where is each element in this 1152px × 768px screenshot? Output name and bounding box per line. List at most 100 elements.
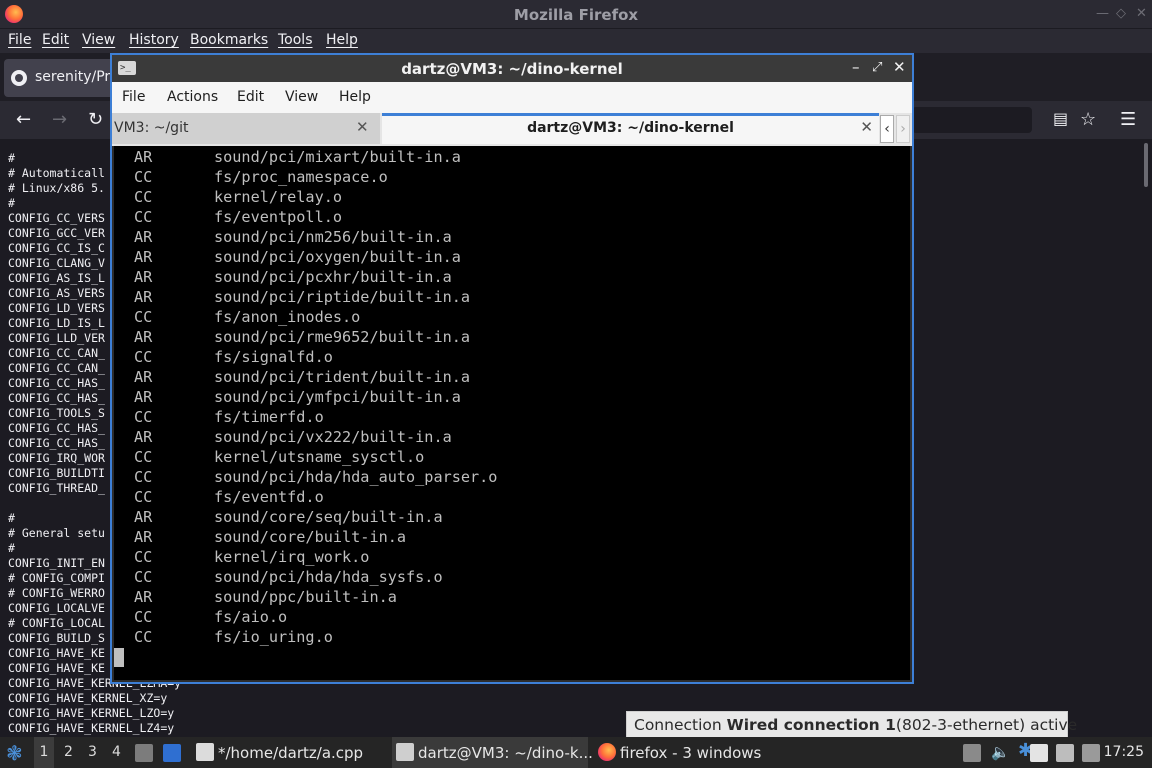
- term-menu-actions[interactable]: Actions: [167, 89, 218, 105]
- build-step-type: CC: [134, 168, 153, 186]
- build-step-type: AR: [134, 268, 153, 286]
- build-step-path: sound/pci/hda/hda_sysfs.o: [214, 568, 443, 586]
- task-firefox-label: firefox - 3 windows: [620, 744, 762, 762]
- term-menu-file[interactable]: File: [122, 89, 145, 105]
- page-scrollbar[interactable]: [1144, 143, 1148, 187]
- show-desktop-icon[interactable]: [163, 744, 185, 763]
- terminal-line: CC fs/signalfd.o: [134, 347, 497, 367]
- task-terminal-label: dartz@VM3: ~/dino-k...: [418, 744, 593, 762]
- tab-git-label: VM3: ~/git: [114, 120, 189, 136]
- network-tray-icon[interactable]: [963, 744, 985, 763]
- menu-history[interactable]: History: [129, 32, 179, 48]
- forward-icon[interactable]: →: [52, 109, 67, 130]
- notifications-icon[interactable]: [1082, 744, 1104, 763]
- task-firefox[interactable]: firefox - 3 windows: [594, 737, 794, 768]
- build-step-path: sound/pci/pcxhr/built-in.a: [214, 268, 452, 286]
- start-menu-icon[interactable]: ❃: [6, 741, 23, 765]
- terminal-close-icon[interactable]: ✕: [893, 58, 906, 76]
- build-step-type: AR: [134, 508, 153, 526]
- tab-git[interactable]: VM3: ~/git ✕: [112, 113, 380, 144]
- terminal-minimize-icon[interactable]: –: [852, 58, 860, 76]
- terminal-line: AR sound/core/seq/built-in.a: [134, 507, 497, 527]
- term-menu-edit[interactable]: Edit: [237, 89, 264, 105]
- config-line: CONFIG_HAVE_KERNEL_LZ4=y: [8, 721, 175, 735]
- notification-prefix: Connection: [634, 716, 727, 734]
- build-step-type: CC: [134, 568, 153, 586]
- build-step-path: sound/pci/ymfpci/built-in.a: [214, 388, 461, 406]
- build-step-path: kernel/utsname_sysctl.o: [214, 448, 425, 466]
- tab-scroll-right-icon[interactable]: ›: [896, 115, 910, 143]
- workspace-1[interactable]: 1: [34, 737, 54, 768]
- github-icon: [11, 70, 27, 86]
- menu-edit[interactable]: Edit: [42, 32, 69, 48]
- build-step-path: fs/eventpoll.o: [214, 208, 343, 226]
- menu-file[interactable]: File: [8, 32, 31, 48]
- terminal-line: AR sound/pci/ymfpci/built-in.a: [134, 387, 497, 407]
- firefox-menubar: File Edit View History Bookmarks Tools H…: [0, 29, 1152, 53]
- tab-scroll-left-icon[interactable]: ‹: [880, 115, 894, 143]
- task-editor[interactable]: */home/dartz/a.cpp: [192, 737, 386, 768]
- menu-tools[interactable]: Tools: [278, 32, 313, 48]
- volume-icon[interactable]: 🔈: [991, 743, 1010, 761]
- tab-dino-kernel[interactable]: dartz@VM3: ~/dino-kernel ✕: [382, 113, 879, 144]
- task-editor-label: */home/dartz/a.cpp: [218, 744, 364, 762]
- workspace-4[interactable]: 4: [112, 744, 121, 760]
- terminal-maximize-icon[interactable]: ⤢: [872, 60, 882, 75]
- text-editor-icon: [196, 743, 214, 761]
- build-step-type: AR: [134, 248, 153, 266]
- back-icon[interactable]: ←: [16, 109, 31, 130]
- reload-icon[interactable]: ↻: [88, 109, 103, 130]
- task-terminal[interactable]: dartz@VM3: ~/dino-k...: [392, 737, 593, 768]
- build-output-lines: AR sound/pci/mixart/built-in.a CC fs/proc_n…: [134, 147, 497, 647]
- build-step-type: AR: [134, 228, 153, 246]
- terminal-menubar: File Actions Edit View Help: [112, 82, 912, 113]
- build-step-type: AR: [134, 288, 153, 306]
- build-step-path: sound/pci/mixart/built-in.a: [214, 148, 461, 166]
- build-step-type: AR: [134, 388, 153, 406]
- build-step-path: sound/pci/oxygen/built-in.a: [214, 248, 461, 266]
- tab-git-close-icon[interactable]: ✕: [356, 118, 369, 136]
- maximize-icon[interactable]: ◇: [1116, 6, 1126, 21]
- terminal-window: >_ dartz@VM3: ~/dino-kernel – ⤢ ✕ File A…: [110, 53, 914, 684]
- build-step-type: CC: [134, 468, 153, 486]
- reader-view-icon[interactable]: ▤: [1053, 109, 1068, 128]
- terminal-line: CC fs/eventpoll.o: [134, 207, 497, 227]
- bookmark-star-icon[interactable]: ☆: [1080, 109, 1096, 130]
- build-step-type: CC: [134, 448, 153, 466]
- terminal-output[interactable]: AR sound/pci/mixart/built-in.a CC fs/proc_n…: [114, 146, 910, 680]
- clock: 17:25: [1103, 744, 1144, 760]
- build-step-path: fs/aio.o: [214, 608, 288, 626]
- build-step-path: sound/core/built-in.a: [214, 528, 407, 546]
- build-step-path: fs/io_uring.o: [214, 628, 333, 646]
- term-menu-view[interactable]: View: [285, 89, 318, 105]
- build-step-type: CC: [134, 408, 153, 426]
- build-step-path: fs/anon_inodes.o: [214, 308, 361, 326]
- close-icon[interactable]: ✕: [1136, 6, 1147, 21]
- build-step-path: sound/pci/nm256/built-in.a: [214, 228, 452, 246]
- file-manager-icon[interactable]: [135, 744, 157, 763]
- build-step-type: CC: [134, 548, 153, 566]
- url-bar[interactable]: [912, 107, 1032, 133]
- build-step-type: AR: [134, 328, 153, 346]
- terminal-line: CC kernel/relay.o: [134, 187, 497, 207]
- menu-help[interactable]: Help: [326, 32, 358, 48]
- minimize-icon[interactable]: —: [1096, 6, 1109, 21]
- terminal-line: AR sound/pci/rme9652/built-in.a: [134, 327, 497, 347]
- terminal-line: CC sound/pci/hda/hda_sysfs.o: [134, 567, 497, 587]
- term-menu-help[interactable]: Help: [339, 89, 371, 105]
- build-step-path: sound/pci/riptide/built-in.a: [214, 288, 471, 306]
- build-step-path: sound/pci/rme9652/built-in.a: [214, 328, 471, 346]
- terminal-line: CC fs/timerfd.o: [134, 407, 497, 427]
- hamburger-menu-icon[interactable]: ☰: [1120, 109, 1136, 130]
- workspace-3[interactable]: 3: [88, 744, 97, 760]
- build-step-type: CC: [134, 488, 153, 506]
- workspace-2[interactable]: 2: [64, 744, 73, 760]
- build-step-path: fs/timerfd.o: [214, 408, 324, 426]
- clipboard-icon[interactable]: [1030, 744, 1052, 763]
- menu-bookmarks[interactable]: Bookmarks: [190, 32, 268, 48]
- menu-view[interactable]: View: [82, 32, 115, 48]
- tab-dino-kernel-close-icon[interactable]: ✕: [860, 118, 873, 136]
- build-step-path: kernel/irq_work.o: [214, 548, 370, 566]
- network-notification[interactable]: Connection Wired connection 1(802-3-ethe…: [626, 711, 1077, 739]
- display-icon[interactable]: [1056, 744, 1078, 763]
